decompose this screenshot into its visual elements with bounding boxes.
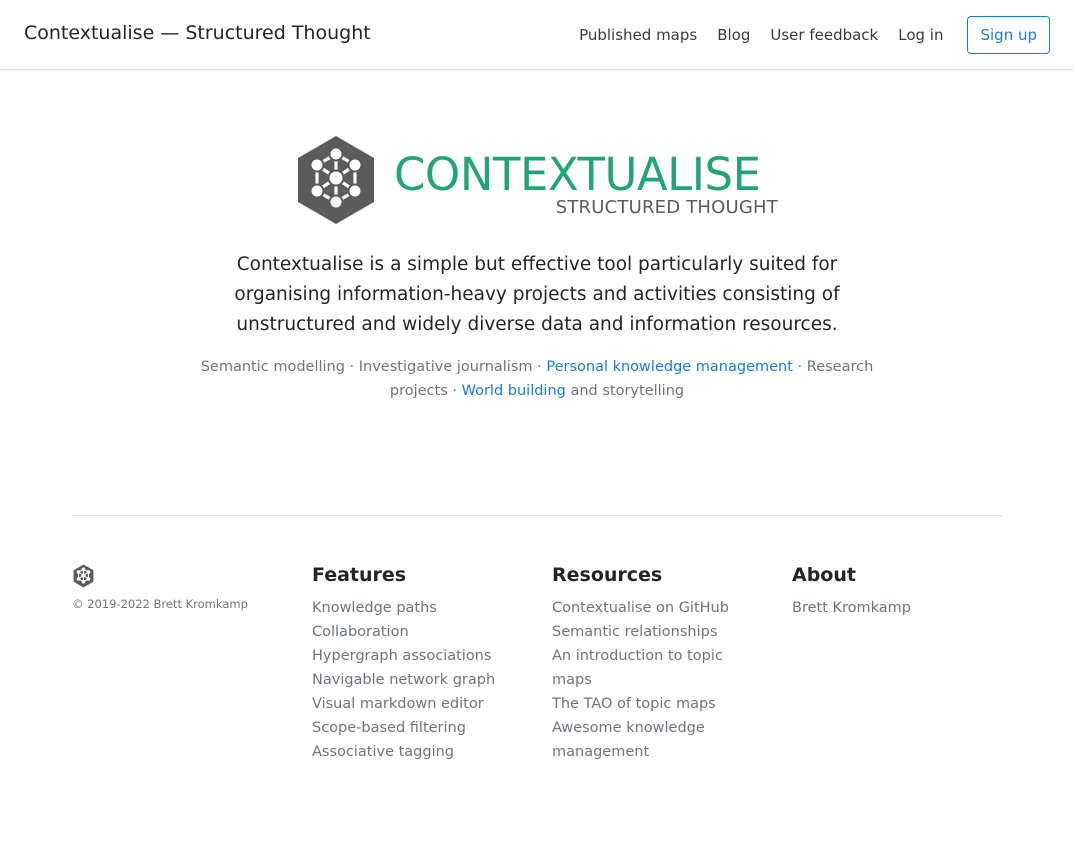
features-list: Knowledge paths Collaboration Hypergraph…: [312, 596, 532, 764]
footer-column-title: Resources: [552, 564, 663, 586]
footer-link-semantic-relationships[interactable]: Semantic relationships: [552, 624, 717, 640]
footer-logo-icon: [73, 564, 94, 588]
brand-link[interactable]: Contextualise — Structured Thought: [24, 22, 371, 44]
hero-lead-text: Contextualise is a simple but effective …: [234, 254, 840, 335]
list-item: Knowledge paths: [312, 596, 532, 620]
list-item: Brett Kromkamp: [792, 596, 992, 620]
footer-link-visual-markdown-editor[interactable]: Visual markdown editor: [312, 696, 484, 712]
footer-column-title: About: [792, 564, 856, 586]
list-item: Contextualise on GitHub: [552, 596, 752, 620]
footer-column-about: About Brett Kromkamp: [792, 562, 992, 620]
world-building-link[interactable]: World building: [462, 383, 566, 399]
footer-column-features: Features Knowledge paths Collaboration H…: [312, 562, 532, 764]
list-item: Visual markdown editor: [312, 692, 532, 716]
footer-divider: [72, 515, 1002, 516]
tags-text-1: Semantic modelling · Investigative journ…: [200, 359, 547, 375]
footer-link-associative-tagging[interactable]: Associative tagging: [312, 744, 454, 760]
list-item: An introduction to topic maps: [552, 644, 752, 692]
list-item: Associative tagging: [312, 740, 532, 764]
list-item: Hypergraph associations: [312, 644, 532, 668]
personal-knowledge-management-link[interactable]: Personal knowledge management: [546, 359, 793, 375]
footer-link-hypergraph-associations[interactable]: Hypergraph associations: [312, 648, 491, 664]
footer-link-awesome-knowledge-management[interactable]: Awesome knowledge management: [552, 720, 705, 760]
tags-text-3: and storytelling: [565, 383, 685, 399]
footer-link-contextualise-github[interactable]: Contextualise on GitHub: [552, 600, 729, 616]
about-list: Brett Kromkamp: [792, 596, 992, 620]
footer-link-brett-kromkamp[interactable]: Brett Kromkamp: [792, 600, 911, 616]
footer-link-scope-based-filtering[interactable]: Scope-based filtering: [312, 720, 466, 736]
list-item: Scope-based filtering: [312, 716, 532, 740]
nav-link-blog[interactable]: Blog: [717, 26, 750, 44]
list-item: Awesome knowledge management: [552, 716, 752, 764]
contextualise-logo-icon: [298, 136, 374, 224]
sign-up-button[interactable]: Sign up: [967, 16, 1050, 54]
nav-links: Published maps Blog User feedback Log in…: [579, 16, 1050, 54]
footer-column-resources: Resources Contextualise on GitHub Semant…: [552, 562, 752, 764]
footer-column-title: Features: [312, 564, 407, 586]
list-item: Collaboration: [312, 620, 532, 644]
logo-wordmark: CONTEXTUALISE: [394, 148, 761, 201]
list-item: Navigable network graph: [312, 668, 532, 692]
footer-link-collaboration[interactable]: Collaboration: [312, 624, 409, 640]
top-navbar: Contextualise — Structured Thought Publi…: [0, 0, 1074, 70]
footer-link-navigable-network-graph[interactable]: Navigable network graph: [312, 672, 495, 688]
list-item: The TAO of topic maps: [552, 692, 752, 716]
footer-link-tao-topic-maps[interactable]: The TAO of topic maps: [552, 696, 716, 712]
copyright-text: © 2019-2022 Brett Kromkamp: [72, 597, 248, 611]
nav-link-log-in[interactable]: Log in: [898, 26, 943, 44]
logo-tagline: STRUCTURED THOUGHT: [555, 197, 778, 218]
hero-logo: CONTEXTUALISE STRUCTURED THOUGHT: [296, 134, 778, 226]
list-item: Semantic relationships: [552, 620, 752, 644]
footer-link-intro-topic-maps[interactable]: An introduction to topic maps: [552, 648, 723, 688]
nav-link-published-maps[interactable]: Published maps: [579, 26, 697, 44]
nav-link-user-feedback[interactable]: User feedback: [770, 26, 878, 44]
footer-link-knowledge-paths[interactable]: Knowledge paths: [312, 600, 437, 616]
resources-list: Contextualise on GitHub Semantic relatio…: [552, 596, 752, 764]
use-case-tags: Semantic modelling · Investigative journ…: [190, 355, 884, 403]
